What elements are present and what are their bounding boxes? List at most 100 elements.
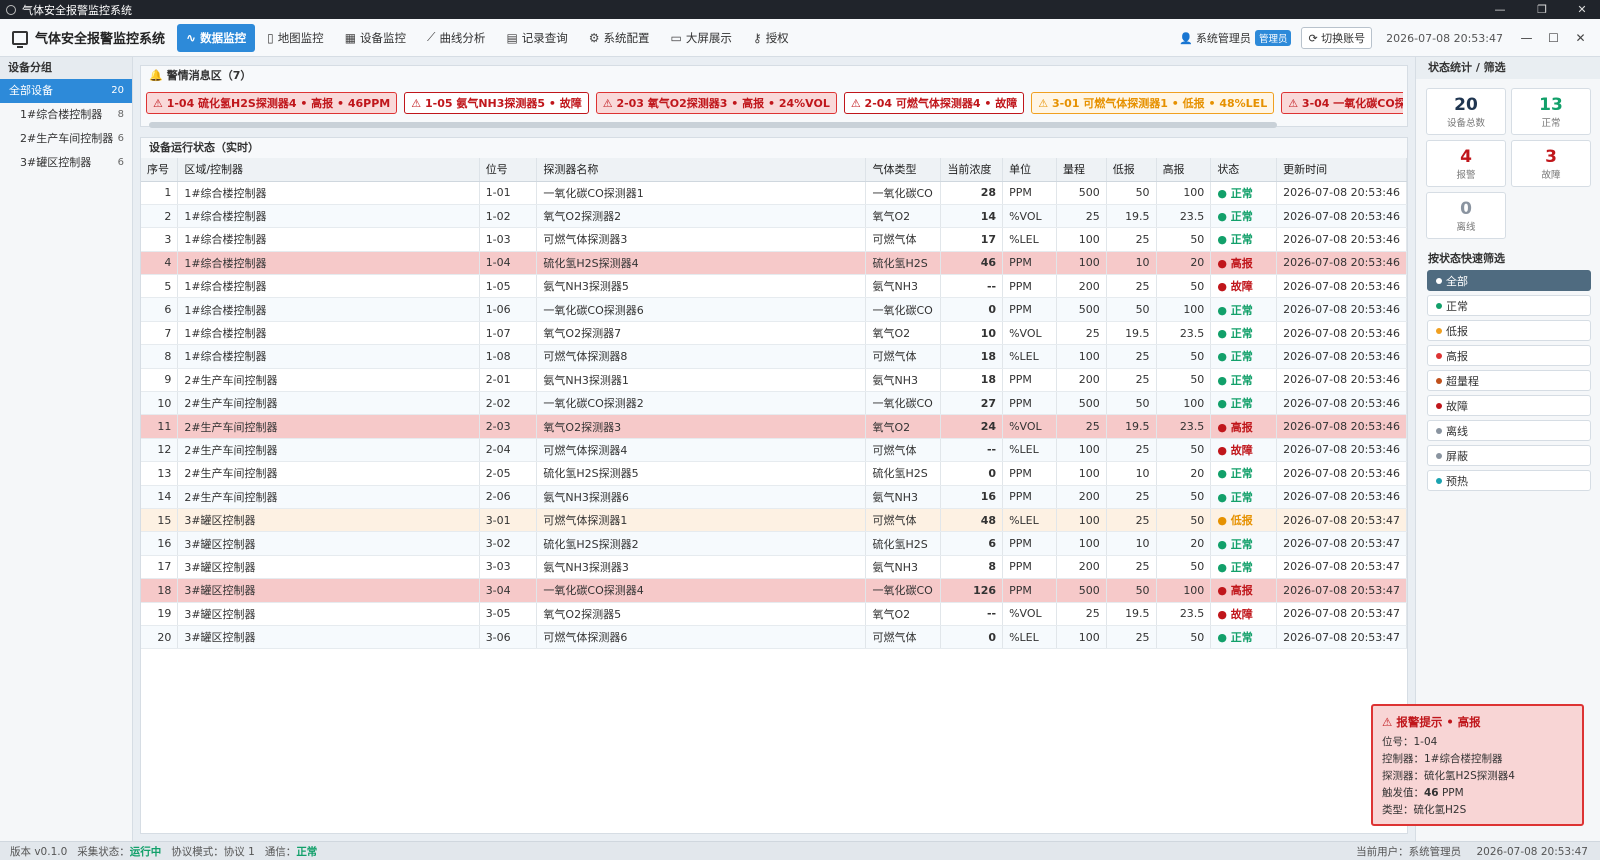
table-row[interactable]: 17 3#罐区控制器 3-03 氨气NH3探测器3 氨气NH3 8 PPM 200 25 50 ● … [141,555,1407,580]
tab-4[interactable]: ▤ 记录查询 [497,24,576,52]
sidebar-item-3[interactable]: 3#罐区控制器 6 [0,151,132,175]
app-minimize-icon[interactable]: — [1513,31,1540,45]
cell-低报: 19.5 [1106,204,1157,229]
cell-状态: ● 正常 [1210,297,1278,322]
alarm-chip[interactable]: ⚠ 2-04 可燃气体探测器4 • 故障 [843,92,1025,114]
cell-位号: 3-03 [479,555,538,580]
table-row[interactable]: 6 1#综合楼控制器 1-06 一氧化碳CO探测器6 一氧化碳CO 0 PPM 500 50 10… [141,297,1407,322]
table-row[interactable]: 13 2#生产车间控制器 2-05 硫化氢H2S探测器5 硫化氢H2S 0 PPM 100 10… [141,461,1407,486]
alarm-chip[interactable]: ⚠ 1-04 硫化氢H2S探测器4 • 高报 • 46PPM [146,92,398,114]
cell-更新时间: 2026-07-08 20:53:47 [1276,531,1407,556]
user-info[interactable]: 👤 系统管理员 管理员 [1179,30,1292,46]
table-row[interactable]: 2 1#综合楼控制器 1-02 氧气O2探测器2 氧气O2 14 %VOL 25 19.5 23.… [141,204,1407,229]
column-header[interactable]: 序号 [141,158,179,182]
cell-更新时间: 2026-07-08 20:53:46 [1276,251,1407,276]
column-header[interactable]: 当前浓度 [940,158,1004,182]
column-header[interactable]: 位号 [479,158,538,182]
cell-低报: 25 [1106,485,1157,509]
sidebar-item-0[interactable]: 全部设备 20 [0,79,132,103]
filter-0[interactable]: 全部 [1427,270,1591,291]
stat-card-2[interactable]: 4 报警 [1426,140,1506,187]
column-header[interactable]: 量程 [1056,158,1107,182]
screen-icon: ▭ [670,30,682,45]
cell-当前浓度: 8 [940,555,1004,580]
sidebar-item-2[interactable]: 2#生产车间控制器 6 [0,127,132,151]
column-header[interactable]: 更新时间 [1276,158,1407,182]
tab-0[interactable]: ∿ 数据监控 [177,23,256,52]
cell-序号: 8 [141,344,179,369]
tab-2[interactable]: ▦ 设备监控 [336,24,415,52]
cell-量程: 500 [1056,391,1107,416]
tab-7[interactable]: ⚷ 授权 [744,24,798,52]
stat-card-1[interactable]: 13 正常 [1511,88,1591,135]
status-text: 正常 [1230,186,1253,200]
tab-5[interactable]: ⚙ 系统配置 [580,24,659,52]
table-row[interactable]: 7 1#综合楼控制器 1-07 氧气O2探测器7 氧气O2 10 %VOL 25 19.5 23.… [141,321,1407,346]
table-row[interactable]: 8 1#综合楼控制器 1-08 可燃气体探测器8 可燃气体 18 %LEL 100 25 50 ● … [141,344,1407,369]
filter-6[interactable]: 离线 [1427,420,1591,441]
table-row[interactable]: 11 2#生产车间控制器 2-03 氧气O2探测器3 氧气O2 24 %VOL 25 19.5 2… [141,414,1407,439]
status-text: 正常 [1230,327,1253,341]
app-close-icon[interactable]: ✕ [1567,31,1594,45]
table-row[interactable]: 3 1#综合楼控制器 1-03 可燃气体探测器3 可燃气体 17 %LEL 100 25 50 ● … [141,227,1407,252]
cell-单位: PPM [1002,555,1057,580]
alarm-popup[interactable]: ⚠ 报警提示 • 高报 位号：1-04 控制器：1#综合楼控制器 探测器：硫化氢H2… [1371,704,1584,826]
table-row[interactable]: 16 3#罐区控制器 3-02 硫化氢H2S探测器2 硫化氢H2S 6 PPM 100 10 20… [141,531,1407,556]
filter-7[interactable]: 屏蔽 [1427,445,1591,466]
stat-number: 4 [1460,147,1472,167]
app-maximize-icon[interactable]: ☐ [1540,31,1567,45]
cell-单位: PPM [1002,368,1057,393]
stat-card-3[interactable]: 3 故障 [1511,140,1591,187]
minimize-icon[interactable]: — [1480,0,1520,19]
column-header[interactable]: 区域/控制器 [177,158,480,182]
table-row[interactable]: 12 2#生产车间控制器 2-04 可燃气体探测器4 可燃气体 -- %LEL 100 25 50… [141,438,1407,463]
cell-序号: 18 [141,578,179,603]
table-row[interactable]: 10 2#生产车间控制器 2-02 一氧化碳CO探测器2 一氧化碳CO 27 PPM 500 5… [141,391,1407,416]
filter-2[interactable]: 低报 [1427,320,1591,341]
restore-icon[interactable]: ❐ [1522,0,1562,19]
table-row[interactable]: 20 3#罐区控制器 3-06 可燃气体探测器6 可燃气体 0 %LEL 100 25 50 ● 正… [141,625,1407,650]
table-row[interactable]: 1 1#综合楼控制器 1-01 一氧化碳CO探测器1 一氧化碳CO 28 PPM 500 50 1… [141,181,1407,205]
column-header[interactable]: 单位 [1002,158,1057,182]
filter-3[interactable]: 高报 [1427,345,1591,366]
table-row[interactable]: 18 3#罐区控制器 3-04 一氧化碳CO探测器4 一氧化碳CO 126 PPM 500 50… [141,578,1407,603]
tab-6[interactable]: ▭ 大屏展示 [662,24,741,52]
stat-card-4[interactable]: 0 离线 [1426,192,1506,239]
table-row[interactable]: 9 2#生产车间控制器 2-01 氨气NH3探测器1 氨气NH3 18 PPM 200 25 50… [141,368,1407,393]
status-dot-icon [1436,378,1442,384]
horizontal-scrollbar[interactable] [149,122,1277,128]
alarm-chip[interactable]: ⚠ 1-05 氨气NH3探测器5 • 故障 [404,92,589,114]
cell-单位: %LEL [1002,508,1057,533]
stat-card-0[interactable]: 20 设备总数 [1426,88,1506,135]
alarm-chip-text: 3-04 一氧化碳CO探测器4 • 高报 • 126PPM [1301,97,1403,110]
filter-8[interactable]: 预热 [1427,470,1591,491]
tab-1[interactable]: ▯ 地图监控 [258,24,333,52]
column-header[interactable]: 气体类型 [865,158,942,182]
cell-探测器名称: 氨气NH3探测器1 [536,368,867,393]
close-icon[interactable]: ✕ [1562,0,1600,19]
cell-探测器名称: 硫化氢H2S探测器4 [536,251,867,276]
alarm-chip[interactable]: ⚠ 2-03 氧气O2探测器3 • 高报 • 24%VOL [595,92,837,114]
alarm-chip[interactable]: ⚠ 3-01 可燃气体探测器1 • 低报 • 48%LEL [1031,92,1275,114]
refresh-icon: ⟳ [1308,32,1318,45]
column-header[interactable]: 探测器名称 [536,158,867,182]
cell-单位: %LEL [1002,227,1057,252]
cell-探测器名称: 一氧化碳CO探测器4 [536,578,867,603]
table-row[interactable]: 5 1#综合楼控制器 1-05 氨气NH3探测器5 氨气NH3 -- PPM 200 25 50 ●… [141,274,1407,299]
tab-3[interactable]: ⟋ 曲线分析 [418,24,494,52]
table-row[interactable]: 4 1#综合楼控制器 1-04 硫化氢H2S探测器4 硫化氢H2S 46 PPM 100 10 2… [141,251,1407,276]
table-row[interactable]: 15 3#罐区控制器 3-01 可燃气体探测器1 可燃气体 48 %LEL 100 25 50 ● … [141,508,1407,533]
table-row[interactable]: 14 2#生产车间控制器 2-06 氨气NH3探测器6 氨气NH3 16 PPM 200 25 5… [141,485,1407,509]
column-header[interactable]: 低报 [1106,158,1157,182]
column-header[interactable]: 状态 [1210,158,1278,182]
filter-1[interactable]: 正常 [1427,295,1591,316]
filter-5[interactable]: 故障 [1427,395,1591,416]
alarm-chip[interactable]: ⚠ 3-04 一氧化碳CO探测器4 • 高报 • 126PPM [1281,92,1403,114]
filter-4[interactable]: 超量程 [1427,370,1591,391]
switch-account-button[interactable]: ⟳ 切换账号 [1301,27,1373,49]
cell-高报: 20 [1156,251,1212,276]
table-row[interactable]: 19 3#罐区控制器 3-05 氧气O2探测器5 氧气O2 -- %VOL 25 19.5 23.… [141,602,1407,626]
column-header[interactable]: 高报 [1156,158,1212,182]
sidebar-item-1[interactable]: 1#综合楼控制器 8 [0,103,132,127]
cell-单位: %VOL [1002,602,1057,626]
